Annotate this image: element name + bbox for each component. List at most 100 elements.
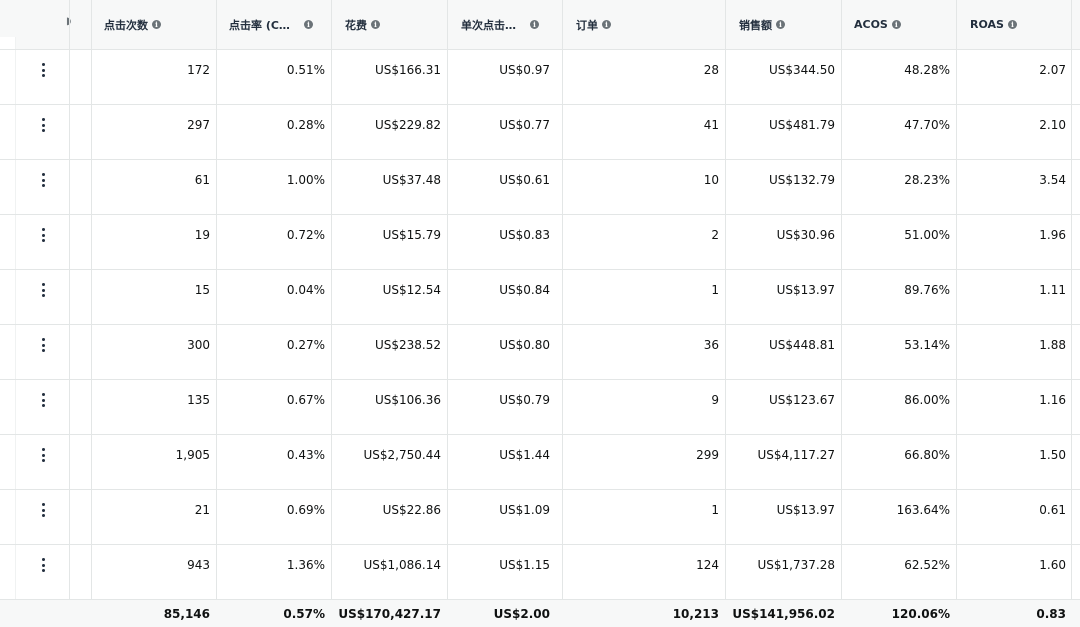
table-row: 1,905 0.43% US$2,750.44 US$1.44 299 US$4,117.…	[0, 435, 1080, 490]
cell-ctr: 1.36%	[286, 558, 325, 572]
cell-orders: 1	[711, 283, 719, 297]
cell-sales: US$481.79	[768, 118, 835, 132]
column-header-label: 订单	[576, 18, 598, 32]
more-actions-icon[interactable]	[38, 558, 48, 572]
cell-acos: 48.28%	[904, 63, 950, 77]
cell-clicks: 21	[194, 503, 210, 517]
cell-sales: US$1,737.28	[757, 558, 835, 572]
cell-spend: US$2,750.44	[363, 448, 441, 462]
cell-clicks: 297	[187, 118, 210, 132]
table-row: 19 0.72% US$15.79 US$0.83 2 US$30.96 51.00% 1.9…	[0, 215, 1080, 270]
more-actions-icon[interactable]	[38, 173, 48, 187]
cell-ctr: 0.67%	[286, 393, 325, 407]
cell-roas: 1.60	[1039, 558, 1066, 572]
column-header-label: 点击次数	[104, 18, 148, 32]
table-header: ◗ 点击次数 i 点击率 (C… i 花费 i 单次点击… i 订单 i 销售额…	[0, 0, 1080, 49]
column-header-clicks[interactable]: 点击次数 i	[104, 0, 161, 49]
more-actions-icon[interactable]	[38, 448, 48, 462]
column-header-sales[interactable]: 销售额 i	[739, 0, 785, 49]
column-header-ctr[interactable]: 点击率 (C… i	[229, 0, 313, 49]
cell-acos: 62.52%	[904, 558, 950, 572]
table-row: 61 1.00% US$37.48 US$0.61 10 US$132.79 28.23% 3…	[0, 160, 1080, 215]
cell-sales: US$4,117.27	[757, 448, 835, 462]
cell-spend: US$1,086.14	[363, 558, 441, 572]
info-icon[interactable]: i	[602, 20, 611, 29]
cell-orders: 36	[703, 338, 719, 352]
column-header-roas[interactable]: ROAS i	[970, 0, 1017, 49]
cell-spend: US$229.82	[374, 118, 441, 132]
more-actions-icon[interactable]	[38, 283, 48, 297]
table-row: 297 0.28% US$229.82 US$0.77 41 US$481.79 47.70…	[0, 105, 1080, 160]
cell-cpc: US$0.83	[499, 228, 550, 242]
cell-orders: 2	[711, 228, 719, 242]
cell-roas: 2.07	[1039, 63, 1066, 77]
cell-spend: US$22.86	[382, 503, 441, 517]
cell-cpc: US$0.84	[499, 283, 550, 297]
info-icon[interactable]: i	[371, 20, 380, 29]
cell-spend: US$15.79	[382, 228, 441, 242]
table-row: 15 0.04% US$12.54 US$0.84 1 US$13.97 89.76% 1.1…	[0, 270, 1080, 325]
cell-clicks: 19	[194, 228, 210, 242]
cell-cpc: US$1.15	[499, 558, 550, 572]
cell-cpc: US$0.61	[499, 173, 550, 187]
info-icon[interactable]: i	[891, 20, 901, 29]
cell-ctr: 0.27%	[286, 338, 325, 352]
cell-sales: US$344.50	[768, 63, 835, 77]
info-icon[interactable]: i	[303, 20, 313, 29]
cell-cpc: US$0.97	[499, 63, 550, 77]
total-orders: 10,213	[672, 606, 719, 621]
column-header-label: ACOS	[854, 18, 888, 31]
more-actions-icon[interactable]	[38, 393, 48, 407]
info-icon[interactable]: i	[152, 20, 161, 29]
cell-orders: 124	[696, 558, 719, 572]
info-icon[interactable]: i	[530, 20, 539, 29]
cell-cpc: US$0.79	[499, 393, 550, 407]
column-header-cpc[interactable]: 单次点击… i	[461, 0, 539, 49]
cell-roas: 1.50	[1039, 448, 1066, 462]
cell-clicks: 943	[187, 558, 210, 572]
campaign-metrics-table: ◗ 点击次数 i 点击率 (C… i 花费 i 单次点击… i 订单 i 销售额…	[0, 0, 1080, 627]
cell-ctr: 0.28%	[286, 118, 325, 132]
more-actions-icon[interactable]	[38, 118, 48, 132]
cell-orders: 10	[703, 173, 719, 187]
cell-ctr: 0.72%	[286, 228, 325, 242]
cell-spend: US$238.52	[374, 338, 441, 352]
cell-ctr: 1.00%	[286, 173, 325, 187]
cell-ctr: 0.04%	[286, 283, 325, 297]
cell-orders: 9	[711, 393, 719, 407]
total-roas: 0.83	[1036, 606, 1066, 621]
info-icon[interactable]: i	[776, 20, 785, 29]
cell-ctr: 0.69%	[286, 503, 325, 517]
total-spend: US$170,427.17	[338, 606, 441, 621]
cell-sales: US$448.81	[768, 338, 835, 352]
column-header-label: 花费	[345, 18, 367, 32]
cell-roas: 0.61	[1039, 503, 1066, 517]
cell-sales: US$30.96	[776, 228, 835, 242]
header-divider	[0, 49, 1080, 50]
info-icon[interactable]: i	[1007, 20, 1017, 29]
column-header-label: 单次点击…	[461, 18, 516, 32]
cell-sales: US$13.97	[776, 503, 835, 517]
cell-spend: US$166.31	[374, 63, 441, 77]
more-actions-icon[interactable]	[38, 63, 48, 77]
column-header-acos[interactable]: ACOS i	[854, 0, 901, 49]
cell-ctr: 0.43%	[286, 448, 325, 462]
cell-acos: 28.23%	[904, 173, 950, 187]
cell-acos: 53.14%	[904, 338, 950, 352]
totals-row: 85,146 0.57% US$170,427.17 US$2.00 10,21…	[0, 600, 1080, 627]
cell-roas: 1.16	[1039, 393, 1066, 407]
cell-orders: 28	[703, 63, 719, 77]
cell-acos: 47.70%	[904, 118, 950, 132]
column-header-spend[interactable]: 花费 i	[345, 0, 380, 49]
column-header-orders[interactable]: 订单 i	[576, 0, 611, 49]
more-actions-icon[interactable]	[38, 228, 48, 242]
cell-cpc: US$1.44	[499, 448, 550, 462]
cell-ctr: 0.51%	[286, 63, 325, 77]
more-actions-icon[interactable]	[38, 503, 48, 517]
cell-spend: US$106.36	[374, 393, 441, 407]
more-actions-icon[interactable]	[38, 338, 48, 352]
table-row: 21 0.69% US$22.86 US$1.09 1 US$13.97 163.64% 0.…	[0, 490, 1080, 545]
cell-sales: US$132.79	[768, 173, 835, 187]
cell-clicks: 172	[187, 63, 210, 77]
cell-acos: 86.00%	[904, 393, 950, 407]
